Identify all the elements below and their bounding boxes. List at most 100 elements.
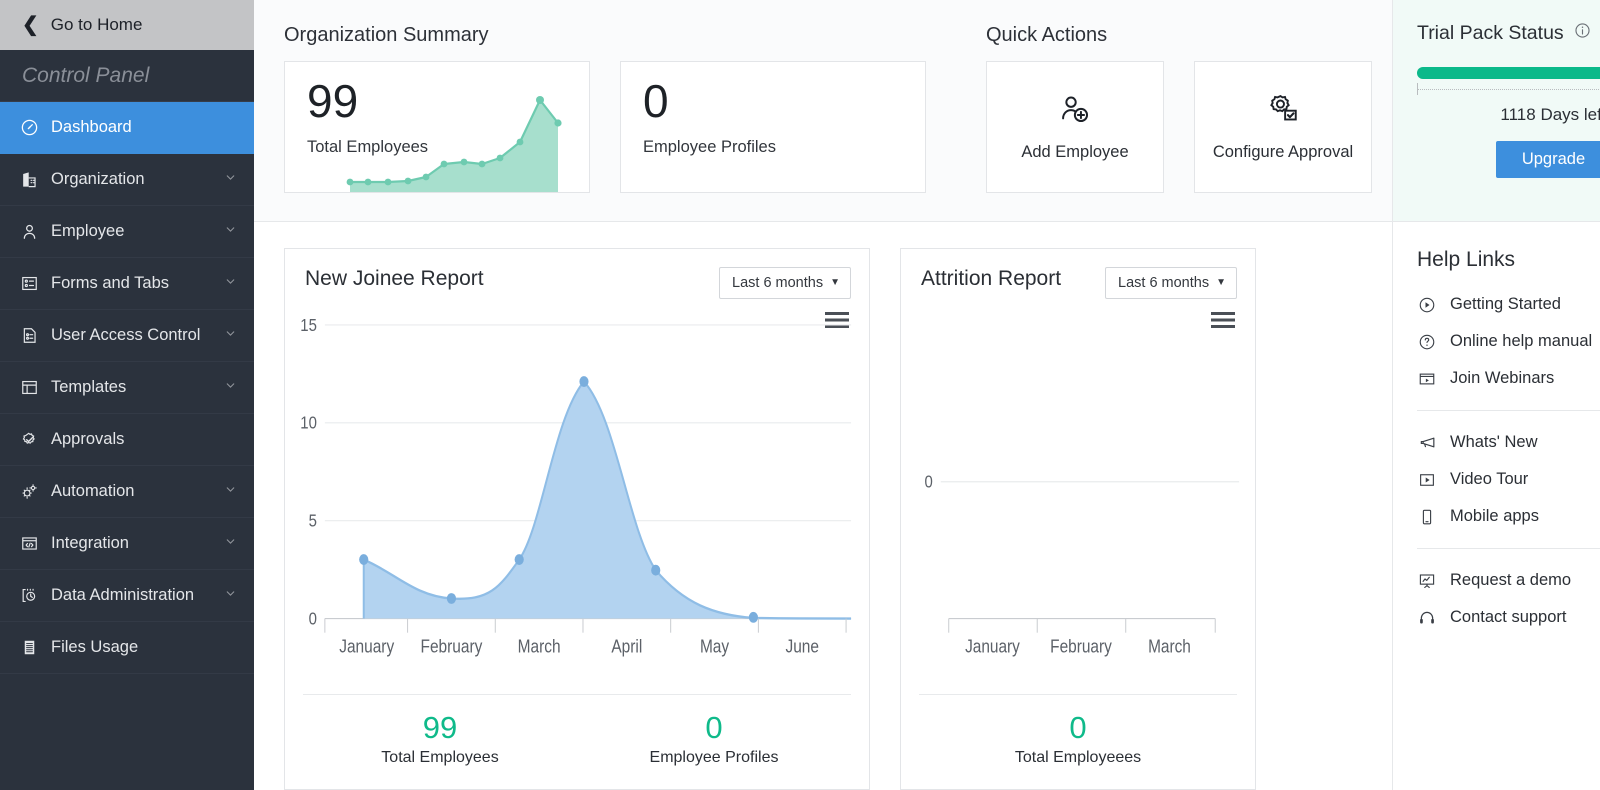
sidebar-item-organization[interactable]: Organization <box>0 154 254 206</box>
footer-label: Total Employeees <box>1014 749 1142 766</box>
footer-stat-total-employees: 0 Total Employeees <box>919 711 1237 767</box>
stat-card-employee-profiles[interactable]: 0 Employee Profiles <box>620 61 926 193</box>
help-link-join-webinars[interactable]: Join Webinars <box>1417 360 1600 397</box>
building-icon <box>16 170 42 189</box>
help-link-getting-started[interactable]: Getting Started <box>1417 286 1600 323</box>
svg-text:May: May <box>700 637 730 658</box>
footer-stat-employee-profiles: 0 Employee Profiles <box>577 711 851 767</box>
add-person-icon <box>1058 92 1092 131</box>
add-employee-button[interactable]: Add Employee <box>986 61 1164 193</box>
sidebar-item-label: Files Usage <box>51 638 139 656</box>
presentation-chart-icon <box>1417 572 1437 590</box>
svg-text:February: February <box>1050 637 1112 658</box>
gear-approval-icon <box>1266 92 1300 131</box>
sidebar-item-data-administration[interactable]: Data Administration <box>0 570 254 622</box>
new-joinee-footer: 99 Total Employees 0 Employee Profiles <box>303 694 851 789</box>
go-to-home-label: Go to Home <box>50 15 143 34</box>
forms-icon <box>16 274 42 293</box>
sidebar-item-automation[interactable]: Automation <box>0 466 254 518</box>
svg-text:10: 10 <box>300 414 317 433</box>
chevron-down-icon <box>224 586 238 605</box>
stat-card-total-employees[interactable]: 99 Total Employees <box>284 61 590 193</box>
help-link-online-help-manual[interactable]: Online help manual <box>1417 323 1600 360</box>
sidebar-item-approvals[interactable]: Approvals <box>0 414 254 466</box>
trial-pack-status-panel: Trial Pack Status 1118 Days left Upgrade <box>1393 0 1600 222</box>
document-lock-icon <box>16 326 42 345</box>
go-to-home-button[interactable]: ❮ Go to Home <box>0 0 254 50</box>
trial-progress-scale <box>1417 83 1600 95</box>
new-joinee-area-chart: 15 10 5 0 January February March April M… <box>300 316 852 658</box>
right-rail: Trial Pack Status 1118 Days left Upgrade… <box>1392 0 1600 790</box>
chevron-down-icon: ▼ <box>830 277 840 288</box>
range-label: Last 6 months <box>1118 275 1210 291</box>
help-link-label: Mobile apps <box>1450 507 1539 525</box>
control-panel-title: Control Panel <box>0 50 254 102</box>
quick-actions-section: Quick Actions Add Employee Configure App… <box>986 24 1372 195</box>
footer-stat-total-employees: 99 Total Employees <box>303 711 577 767</box>
help-link-label: Whats' New <box>1450 433 1538 451</box>
sidebar-item-label: Dashboard <box>51 118 132 136</box>
sidebar-item-label: User Access Control <box>51 326 201 344</box>
sidebar-item-dashboard[interactable]: Dashboard <box>0 102 254 154</box>
reports-row: New Joinee Report Last 6 months ▼ 15 10 … <box>254 222 1392 790</box>
sidebar-item-forms-and-tabs[interactable]: Forms and Tabs <box>0 258 254 310</box>
svg-text:January: January <box>965 637 1020 658</box>
sidebar-item-label: Templates <box>51 378 127 396</box>
organization-summary-section: Organization Summary 99 Total Employees <box>284 24 926 195</box>
chevron-down-icon <box>224 274 238 293</box>
help-link-label: Join Webinars <box>1450 369 1555 387</box>
chevron-down-icon <box>224 482 238 501</box>
sidebar-item-templates[interactable]: Templates <box>0 362 254 414</box>
footer-value: 99 <box>422 710 458 745</box>
sidebar-item-employee[interactable]: Employee <box>0 206 254 258</box>
chevron-down-icon <box>224 170 238 189</box>
help-links-title: Help Links <box>1417 248 1516 271</box>
help-link-mobile-apps[interactable]: Mobile apps <box>1417 498 1600 535</box>
action-label: Add Employee <box>1021 143 1129 161</box>
help-divider <box>1417 410 1600 411</box>
help-link-video-tour[interactable]: Video Tour <box>1417 461 1600 498</box>
file-list-icon <box>16 638 42 657</box>
sidebar-item-label: Organization <box>51 170 145 188</box>
configure-approval-button[interactable]: Configure Approval <box>1194 61 1372 193</box>
organization-summary-title: Organization Summary <box>284 24 489 46</box>
svg-text:5: 5 <box>309 511 317 530</box>
help-link-contact-support[interactable]: Contact support <box>1417 599 1600 636</box>
svg-text:February: February <box>421 637 483 658</box>
trial-pack-status-title: Trial Pack Status <box>1417 22 1564 44</box>
data-clock-icon <box>16 586 42 605</box>
attrition-report-title: Attrition Report <box>921 267 1062 290</box>
chevron-down-icon <box>224 326 238 345</box>
chevron-down-icon <box>224 222 238 241</box>
attrition-range-dropdown[interactable]: Last 6 months ▼ <box>1105 267 1237 299</box>
sidebar-item-label: Integration <box>51 534 129 552</box>
headset-icon <box>1417 609 1437 627</box>
sidebar-item-user-access-control[interactable]: User Access Control <box>0 310 254 362</box>
employees-sparkline-chart <box>346 96 562 192</box>
sidebar-item-label: Approvals <box>51 430 125 448</box>
upgrade-button[interactable]: Upgrade <box>1495 141 1600 178</box>
sidebar-item-files-usage[interactable]: Files Usage <box>0 622 254 674</box>
help-link-whats-new[interactable]: Whats' New <box>1417 424 1600 461</box>
info-circle-icon[interactable] <box>1574 22 1591 45</box>
chevron-left-icon: ❮ <box>22 14 39 36</box>
svg-text:15: 15 <box>300 316 317 335</box>
center-column: Organization Summary 99 Total Employees <box>254 0 1392 790</box>
help-link-label: Online help manual <box>1450 332 1593 350</box>
stat-value: 0 <box>643 75 669 127</box>
trial-days-left: 1118 Days left <box>1500 105 1600 124</box>
footer-label: Employee Profiles <box>649 749 779 766</box>
sidebar-item-integration[interactable]: Integration <box>0 518 254 570</box>
svg-text:January: January <box>339 637 394 658</box>
megaphone-icon <box>1417 433 1437 452</box>
svg-text:0: 0 <box>925 473 933 492</box>
person-icon <box>16 222 42 241</box>
new-joinee-range-dropdown[interactable]: Last 6 months ▼ <box>719 267 851 299</box>
new-joinee-chart-area: 15 10 5 0 January February March April M… <box>285 299 869 694</box>
template-grid-icon <box>16 378 42 397</box>
chevron-down-icon: ▼ <box>1216 277 1226 288</box>
svg-text:March: March <box>518 637 561 658</box>
dashboard-page: ❮ Go to Home Control Panel Dashboard Org… <box>0 0 1600 790</box>
help-link-label: Request a demo <box>1450 571 1572 589</box>
help-link-request-a-demo[interactable]: Request a demo <box>1417 562 1600 599</box>
